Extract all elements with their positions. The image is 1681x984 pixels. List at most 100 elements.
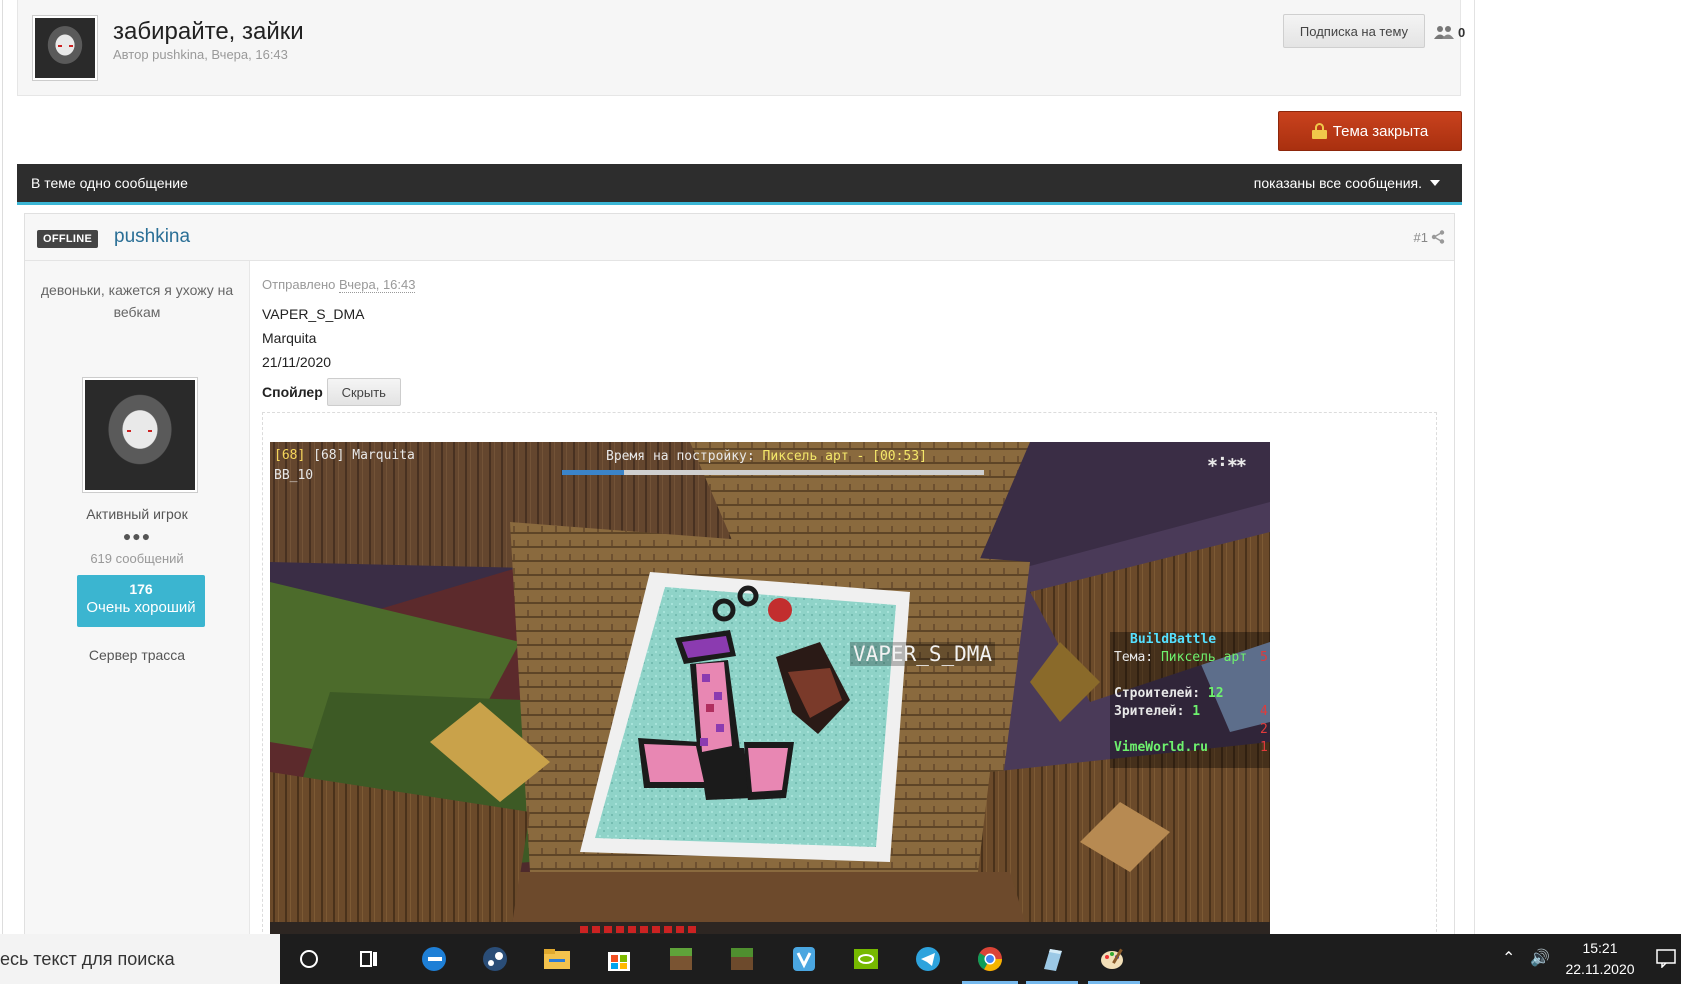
edge-icon[interactable]	[418, 943, 450, 975]
avatar-eye	[147, 429, 152, 432]
user-post-count: 619 сообщений	[90, 551, 184, 566]
top-right-indicator: ⁎:⁎⁎	[1208, 450, 1246, 471]
search-placeholder: есь текст для поиска	[0, 948, 175, 969]
windows-taskbar: есь текст для поиска ⌃ 🔊 15:21 22.11.202…	[0, 934, 1681, 984]
build-time-prefix: Время на постройку:	[606, 449, 763, 464]
topic-closed-button[interactable]: Тема закрыта	[1278, 111, 1462, 151]
cortana-icon[interactable]	[293, 943, 325, 975]
user-server: Сервер трасса	[88, 647, 186, 663]
system-clock[interactable]: 15:21 22.11.2020	[1562, 938, 1638, 980]
paint-icon[interactable]	[1097, 943, 1129, 975]
chrome-icon[interactable]	[974, 943, 1006, 975]
followers-count: 0	[1458, 24, 1466, 40]
spoiler-label: Спойлер	[262, 384, 323, 400]
post-filter-dropdown[interactable]: показаны все сообщения.	[1254, 175, 1440, 191]
sub-tag: BB_10	[274, 468, 314, 483]
topic-header: забирайте, зайки Автор pushkina, Вчера, …	[17, 0, 1465, 96]
sb-num: 4	[1260, 704, 1268, 719]
scoreboard-site: VimeWorld.ru	[1114, 740, 1208, 755]
post-line: Marquita	[262, 330, 317, 346]
topic-author-avatar[interactable]	[32, 15, 98, 81]
sb-num: 1	[1260, 740, 1268, 755]
topic-closed-label: Тема закрыта	[1332, 122, 1429, 140]
browser-page: забирайте, зайки Автор pushkina, Вчера, …	[0, 0, 1681, 984]
sb-builders-label: Строителей:	[1114, 686, 1208, 701]
post: OFFLINE pushkina #1 девоньки, кажется я …	[24, 213, 1455, 942]
game-screenshot[interactable]: [68] [68] Marquita BB_10 Время на постро…	[270, 442, 1270, 938]
telegram-icon[interactable]	[912, 943, 944, 975]
author-sidebar: девоньки, кажется я ухожу на вебкам Акти…	[25, 261, 250, 935]
volume-icon[interactable]: 🔊	[1530, 948, 1550, 968]
post-count-info: В теме одно сообщение	[31, 175, 188, 191]
post-header: OFFLINE pushkina #1	[25, 214, 1454, 261]
spoiler-content: [68] [68] Marquita BB_10 Время на постро…	[262, 412, 1437, 942]
minecraft-icon[interactable]	[665, 943, 697, 975]
avatar-image	[35, 18, 95, 78]
spoiler-hide-button[interactable]: Скрыть	[326, 378, 401, 406]
user-rank: Активный игрок	[86, 506, 188, 522]
nvidia-icon[interactable]	[850, 943, 882, 975]
paper-icon[interactable]	[1036, 943, 1068, 975]
clock-time: 15:21	[1582, 940, 1618, 956]
post-sent-info: Отправлено Вчера, 16:43	[262, 277, 416, 293]
topic-meta: Автор pushkina, Вчера, 16:43	[113, 47, 288, 62]
reputation-label: Очень хороший	[86, 599, 196, 616]
player-nametag: VAPER_S_DMA	[850, 642, 996, 666]
post-number-link[interactable]: #1	[1414, 230, 1428, 245]
explorer-icon[interactable]	[541, 943, 573, 975]
sb-num: 5	[1260, 650, 1268, 665]
notification-icon[interactable]	[1656, 948, 1676, 973]
user-status-text: девоньки, кажется я ухожу на вебкам	[40, 282, 234, 320]
followers-icon	[1434, 26, 1454, 39]
scoreboard-builders: Строителей: 12	[1114, 686, 1224, 701]
followers-counter[interactable]: 0	[1434, 24, 1465, 40]
post-content: Отправлено Вчера, 16:43 VAPER_S_DMA Marq…	[262, 261, 1442, 942]
chevron-down-icon	[1430, 180, 1440, 186]
minecraft-alt-icon[interactable]	[726, 943, 758, 975]
taskbar-search[interactable]: есь текст для поиска	[0, 934, 280, 984]
scoreboard-viewers: Зрителей: 1	[1114, 704, 1200, 719]
avatar-eye	[57, 45, 62, 47]
steam-icon[interactable]	[479, 943, 511, 975]
sent-date: Вчера, 16:43	[339, 277, 416, 293]
forum-column: забирайте, зайки Автор pushkina, Вчера, …	[0, 0, 1475, 942]
topic-title: забирайте, зайки	[113, 18, 304, 45]
subscribe-button[interactable]: Подписка на тему	[1283, 14, 1425, 48]
vk-icon[interactable]	[788, 943, 820, 975]
sb-num: 2	[1260, 722, 1268, 737]
sb-theme-label: Тема:	[1114, 650, 1161, 665]
scoreboard-theme: Тема: Пиксель арт	[1114, 650, 1247, 665]
sent-prefix: Отправлено	[262, 277, 340, 292]
build-timer: Время на постройку: Пиксель арт - [00:53…	[606, 449, 927, 464]
store-icon[interactable]	[603, 943, 635, 975]
left-edge	[2, 0, 3, 934]
post-line: 21/11/2020	[262, 354, 332, 370]
share-icon[interactable]	[1431, 230, 1445, 244]
rank-pips: ●●●	[122, 528, 152, 544]
reputation-badge: 176 Очень хороший	[77, 575, 205, 627]
avatar-image	[85, 380, 195, 490]
post-filter-label: показаны все сообщения.	[1253, 175, 1422, 191]
post-author-link[interactable]: pushkina	[114, 226, 190, 248]
player-tag-text: [68] Marquita	[313, 448, 415, 463]
topic-info-bar: В теме одно сообщение показаны все сообщ…	[17, 164, 1462, 205]
build-time-theme: Пиксель арт - [00:53]	[762, 449, 927, 464]
clock-date: 22.11.2020	[1565, 961, 1635, 977]
sb-theme-value: Пиксель арт	[1160, 650, 1248, 665]
task-view-icon[interactable]	[353, 943, 385, 975]
chevron-up-icon[interactable]: ⌃	[1502, 948, 1515, 968]
author-avatar[interactable]	[82, 377, 198, 493]
post-line: VAPER_S_DMA	[262, 306, 365, 322]
reputation-value: 176	[129, 581, 153, 597]
sb-builders-value: 12	[1207, 686, 1224, 701]
status-badge: OFFLINE	[37, 230, 99, 248]
lock-icon	[1311, 123, 1327, 139]
sb-viewers-label: Зрителей:	[1114, 704, 1193, 719]
avatar-eye	[68, 45, 73, 47]
right-margin	[1476, 0, 1681, 934]
scoreboard-title: BuildBattle	[1130, 632, 1217, 647]
avatar-eye	[126, 429, 131, 432]
player-tag: [68] [68] Marquita	[274, 448, 415, 463]
sb-viewers-value: 1	[1192, 704, 1201, 719]
spoiler-header: Спойлер Скрыть	[262, 378, 401, 406]
